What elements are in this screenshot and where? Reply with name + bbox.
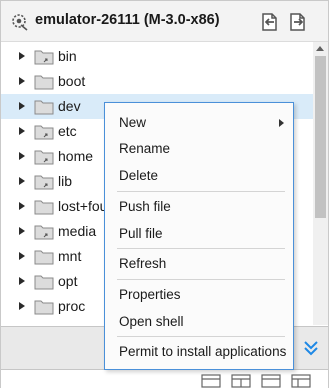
expand-arrow-icon[interactable] xyxy=(19,227,25,235)
menu-separator xyxy=(117,248,285,249)
tree-item-label: lib xyxy=(58,173,73,189)
expand-arrow-icon[interactable] xyxy=(19,102,25,110)
folder-icon xyxy=(34,250,54,265)
expand-arrow-icon[interactable] xyxy=(19,52,25,60)
context-menu: New Rename Delete Push file Pull file Re… xyxy=(104,102,294,370)
status-footer xyxy=(1,370,328,388)
expand-arrow-icon[interactable] xyxy=(19,202,25,210)
window-title: emulator-26111 (M-3.0-x86) xyxy=(35,12,220,28)
menu-separator xyxy=(117,279,285,280)
tree-item[interactable]: bin xyxy=(1,44,313,69)
menu-item-label: Open shell xyxy=(119,314,184,329)
folder-link-icon xyxy=(34,150,54,165)
tree-item[interactable]: boot xyxy=(1,69,313,94)
scrollbar-thumb[interactable] xyxy=(315,56,326,218)
expand-arrow-icon[interactable] xyxy=(19,252,25,260)
grid-view-icon[interactable] xyxy=(261,373,281,388)
menu-separator xyxy=(117,336,285,337)
menu-item-open-shell[interactable]: Open shell xyxy=(106,309,292,335)
device-gear-icon xyxy=(12,14,28,31)
tree-item-label: media xyxy=(58,223,97,239)
menu-item-label: Properties xyxy=(119,287,181,302)
menu-item-label: Refresh xyxy=(119,256,167,271)
menu-item-label: Push file xyxy=(119,199,171,214)
expand-arrow-icon[interactable] xyxy=(19,177,25,185)
menu-item-permit-install[interactable]: Permit to install applications xyxy=(106,339,292,365)
folder-icon xyxy=(34,100,54,115)
folder-icon xyxy=(34,200,54,215)
menu-item-new[interactable]: New xyxy=(106,110,292,136)
push-file-icon[interactable] xyxy=(287,11,309,33)
tree-item-label: boot xyxy=(58,73,86,89)
folder-link-icon xyxy=(34,50,54,65)
expand-arrow-icon[interactable] xyxy=(19,277,25,285)
tree-item-label: proc xyxy=(58,298,86,314)
menu-item-pull-file[interactable]: Pull file xyxy=(106,221,292,247)
folder-link-icon xyxy=(34,225,54,240)
menu-separator xyxy=(117,191,285,192)
tree-item-label: dev xyxy=(58,98,81,114)
expand-arrow-icon[interactable] xyxy=(19,302,25,310)
menu-item-delete[interactable]: Delete xyxy=(106,163,292,189)
pull-file-icon[interactable] xyxy=(258,11,280,33)
tree-item-label: lost+fou xyxy=(58,198,108,214)
folder-icon xyxy=(34,300,54,315)
tree-item-label: mnt xyxy=(58,248,82,264)
double-chevron-down-icon[interactable] xyxy=(302,339,320,357)
submenu-arrow-icon xyxy=(279,119,284,127)
menu-item-push-file[interactable]: Push file xyxy=(106,194,292,220)
list-view-icon[interactable] xyxy=(201,373,221,388)
tree-item-label: bin xyxy=(58,48,77,64)
expand-arrow-icon[interactable] xyxy=(19,152,25,160)
details-view-icon[interactable] xyxy=(231,373,251,388)
menu-item-label: Delete xyxy=(119,168,159,183)
expand-arrow-icon[interactable] xyxy=(19,77,25,85)
folder-icon xyxy=(34,75,54,90)
vertical-scrollbar[interactable] xyxy=(313,42,328,325)
tree-item-label: etc xyxy=(58,123,77,139)
menu-item-label: Pull file xyxy=(119,226,163,241)
menu-item-label: Permit to install applications xyxy=(119,344,287,359)
scroll-up-arrow-icon[interactable] xyxy=(316,46,324,51)
tree-item-label: opt xyxy=(58,273,78,289)
tile-view-icon[interactable] xyxy=(291,373,311,388)
title-bar: emulator-26111 (M-3.0-x86) xyxy=(1,1,328,42)
folder-icon xyxy=(34,275,54,290)
menu-item-refresh[interactable]: Refresh xyxy=(106,251,292,277)
menu-item-properties[interactable]: Properties xyxy=(106,282,292,308)
folder-link-icon xyxy=(34,175,54,190)
menu-item-rename[interactable]: Rename xyxy=(106,136,292,162)
folder-link-icon xyxy=(34,125,54,140)
menu-item-label: New xyxy=(119,115,147,130)
tree-item-label: home xyxy=(58,148,94,164)
device-explorer-window: emulator-26111 (M-3.0-x86) bin boot dev … xyxy=(0,0,329,388)
menu-item-label: Rename xyxy=(119,141,171,156)
expand-arrow-icon[interactable] xyxy=(19,127,25,135)
